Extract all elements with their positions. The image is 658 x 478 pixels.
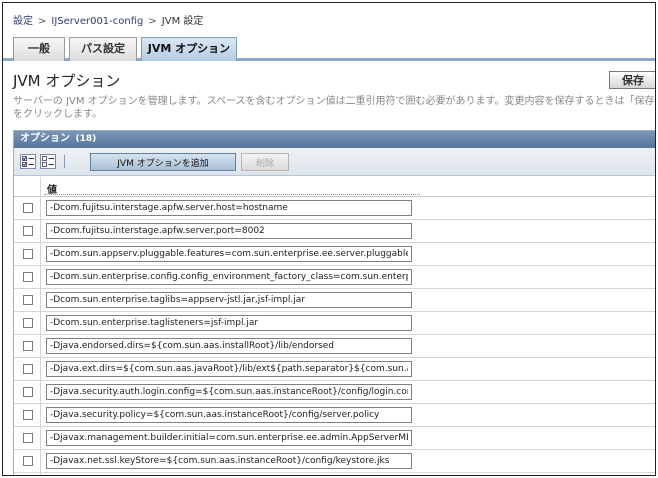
table-row bbox=[14, 266, 655, 289]
tab-bar: 一般 パス設定 JVM オプション bbox=[3, 34, 655, 61]
table-toolbar: JVM オプションを追加 削除 bbox=[14, 148, 655, 176]
option-value-input[interactable] bbox=[46, 384, 412, 400]
table-body bbox=[14, 197, 655, 475]
options-panel: オプション (18) JVM オプションを追加 削除 値 -Dcom.fujit… bbox=[13, 130, 655, 475]
option-value-input[interactable] bbox=[46, 315, 412, 331]
deselect-all-icon[interactable] bbox=[40, 154, 56, 169]
option-value-input[interactable] bbox=[46, 246, 412, 262]
row-checkbox[interactable] bbox=[23, 456, 33, 466]
option-value-input[interactable] bbox=[46, 200, 412, 216]
option-value-input[interactable] bbox=[46, 269, 412, 285]
table-row bbox=[14, 450, 655, 473]
table-row bbox=[14, 243, 655, 266]
help-text: サーバーの JVM オプションを管理します。スペースを含むオプション値は二重引用… bbox=[13, 96, 656, 120]
row-checkbox[interactable] bbox=[23, 318, 33, 328]
breadcrumb-separator: > bbox=[148, 16, 157, 27]
row-checkbox[interactable] bbox=[23, 364, 33, 374]
option-value-input[interactable] bbox=[46, 361, 412, 377]
table-row bbox=[14, 358, 655, 381]
option-value-input[interactable] bbox=[46, 407, 412, 423]
header-divider bbox=[44, 194, 420, 195]
options-table: 値 bbox=[14, 177, 655, 475]
table-row bbox=[14, 289, 655, 312]
row-checkbox[interactable] bbox=[23, 272, 33, 282]
row-checkbox[interactable] bbox=[23, 410, 33, 420]
table-row bbox=[14, 427, 655, 450]
row-checkbox[interactable] bbox=[23, 341, 33, 351]
option-value-input[interactable] bbox=[46, 223, 412, 239]
row-checkbox-cell bbox=[14, 312, 41, 335]
row-checkbox-cell bbox=[14, 335, 41, 358]
panel-title-label: オプション bbox=[20, 133, 70, 144]
breadcrumb-current: JVM 設定 bbox=[161, 16, 204, 27]
row-checkbox[interactable] bbox=[23, 387, 33, 397]
row-checkbox-cell bbox=[14, 404, 41, 427]
breadcrumb-root-link[interactable]: 設定 bbox=[13, 16, 33, 27]
table-row bbox=[14, 197, 655, 220]
add-jvm-option-button[interactable]: JVM オプションを追加 bbox=[90, 153, 236, 171]
breadcrumb-separator: > bbox=[38, 16, 47, 27]
row-checkbox[interactable] bbox=[23, 249, 33, 259]
tab-path-settings[interactable]: パス設定 bbox=[69, 37, 137, 61]
row-checkbox-cell bbox=[14, 450, 41, 473]
toolbar-separator bbox=[64, 155, 65, 168]
table-row bbox=[14, 473, 655, 475]
row-checkbox-cell bbox=[14, 220, 41, 243]
tab-jvm-options[interactable]: JVM オプション bbox=[141, 37, 237, 61]
row-checkbox-cell bbox=[14, 243, 41, 266]
row-checkbox-cell bbox=[14, 289, 41, 312]
panel-title: オプション (18) bbox=[14, 131, 655, 148]
table-header: 値 bbox=[14, 177, 655, 197]
row-checkbox[interactable] bbox=[23, 203, 33, 213]
row-checkbox-cell bbox=[14, 358, 41, 381]
panel-item-count: (18) bbox=[75, 134, 97, 144]
breadcrumb: 設定 > IJServer001-config > JVM 設定 bbox=[13, 12, 203, 27]
option-value-input[interactable] bbox=[46, 338, 412, 354]
row-checkbox[interactable] bbox=[23, 433, 33, 443]
checkbox-column-header bbox=[14, 177, 41, 197]
row-checkbox-cell bbox=[14, 197, 41, 220]
select-all-icon[interactable] bbox=[20, 154, 36, 169]
save-button[interactable]: 保存 bbox=[609, 71, 655, 89]
row-checkbox[interactable] bbox=[23, 295, 33, 305]
table-row bbox=[14, 404, 655, 427]
table-row bbox=[14, 335, 655, 358]
row-checkbox-cell bbox=[14, 381, 41, 404]
tab-general[interactable]: 一般 bbox=[13, 37, 65, 61]
row-checkbox-cell bbox=[14, 473, 41, 475]
option-value-input[interactable] bbox=[46, 292, 412, 308]
option-value-input[interactable] bbox=[46, 430, 412, 446]
row-checkbox-cell bbox=[14, 427, 41, 450]
table-row bbox=[14, 312, 655, 335]
option-value-input[interactable] bbox=[46, 453, 412, 469]
breadcrumb-config-link[interactable]: IJServer001-config bbox=[51, 16, 143, 27]
row-checkbox[interactable] bbox=[23, 226, 33, 236]
table-row bbox=[14, 220, 655, 243]
page-title: JVM オプション bbox=[13, 72, 121, 90]
app-window: 設定 > IJServer001-config > JVM 設定 一般 パス設定 JVM… bbox=[2, 2, 656, 476]
delete-button[interactable]: 削除 bbox=[241, 153, 289, 171]
table-row bbox=[14, 381, 655, 404]
row-checkbox-cell bbox=[14, 266, 41, 289]
